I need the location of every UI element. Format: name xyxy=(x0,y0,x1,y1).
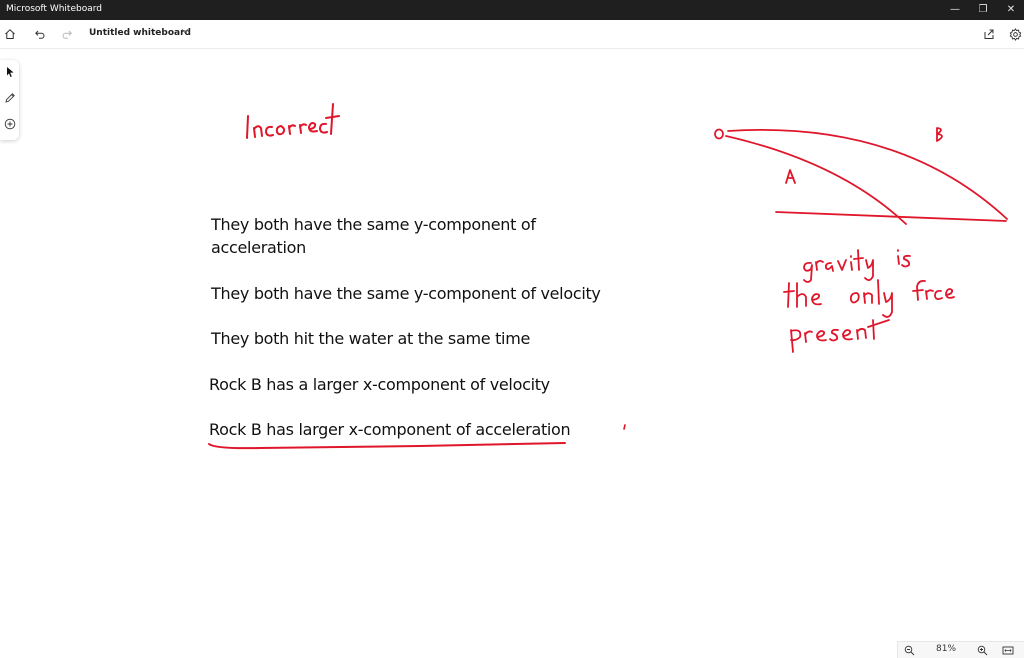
handwritten-note xyxy=(783,249,955,353)
trajectory-b-curve xyxy=(727,129,1008,220)
statement-same-y-acceleration-line2[interactable]: acceleration xyxy=(211,238,306,257)
statement-larger-x-velocity[interactable]: Rock B has a larger x-component of veloc… xyxy=(209,375,550,394)
label-a-stroke xyxy=(785,169,796,184)
statement-same-time[interactable]: They both hit the water at the same time xyxy=(211,329,530,348)
zoom-in-icon[interactable] xyxy=(976,644,988,656)
statement-same-y-velocity[interactable]: They both have the same y-component of v… xyxy=(211,284,601,303)
water-surface-line xyxy=(775,211,1007,222)
statement-same-y-acceleration-line1[interactable]: They both have the same y-component of xyxy=(211,215,536,234)
zoom-out-icon[interactable] xyxy=(903,644,915,656)
ink-tick-mark xyxy=(623,424,626,430)
fit-to-screen-icon[interactable] xyxy=(1002,644,1014,656)
zoom-controls: 81% xyxy=(897,641,1024,658)
statement-larger-x-acceleration[interactable]: Rock B has larger x-component of acceler… xyxy=(209,420,571,439)
trajectory-diagram xyxy=(714,127,1008,225)
statement-underline xyxy=(208,442,566,450)
label-b-stroke xyxy=(936,127,943,142)
zoom-level[interactable]: 81% xyxy=(936,644,956,654)
handwritten-incorrect-word xyxy=(246,103,340,139)
trajectory-a-curve xyxy=(725,135,907,225)
origin-circle xyxy=(714,128,724,140)
